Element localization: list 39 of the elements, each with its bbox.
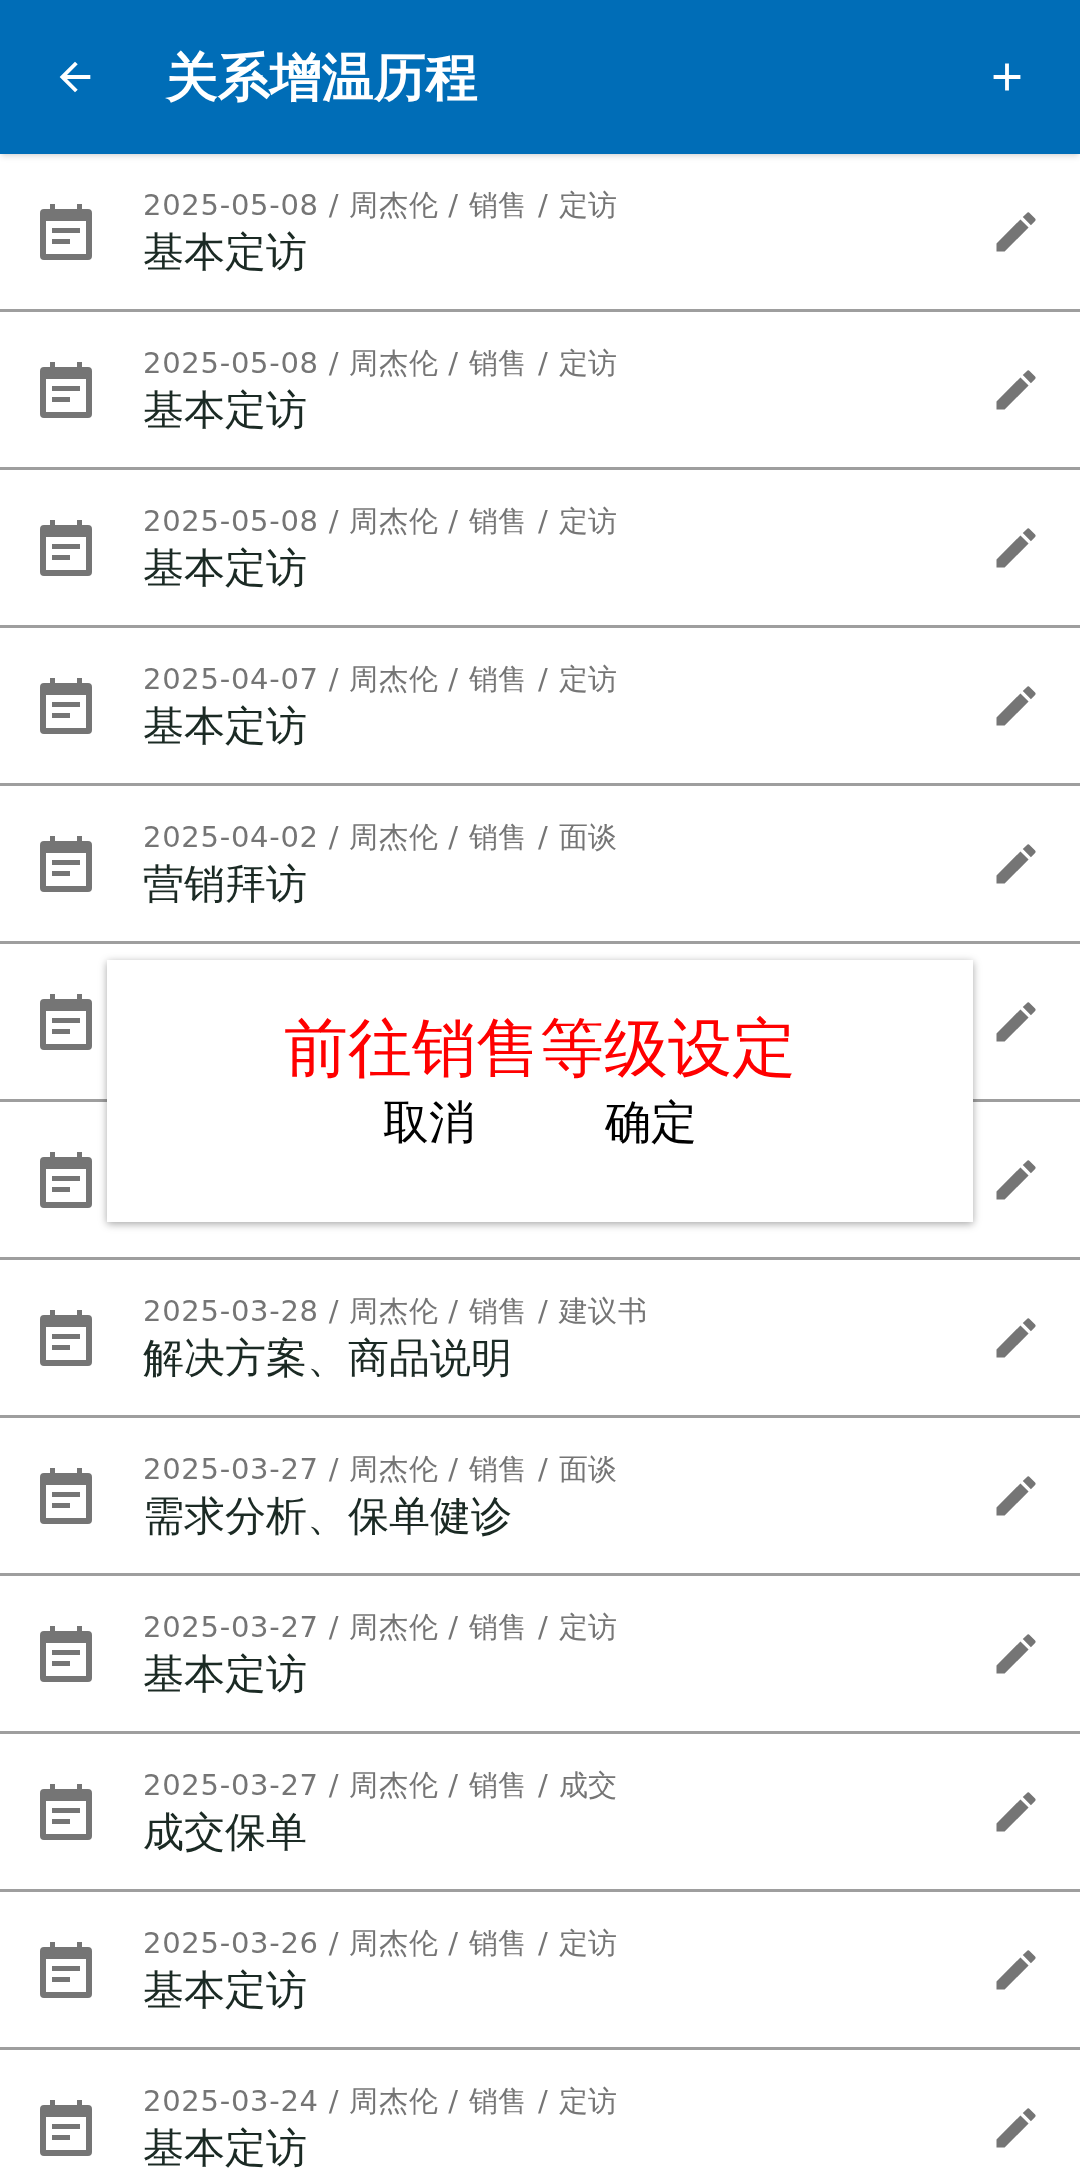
calendar-icon xyxy=(40,1467,92,1524)
dialog-message: 前往销售等级设定 xyxy=(284,1010,796,1086)
entry-meta: 2025-05-08 / 周杰伦 / 销售 / 定访 xyxy=(143,344,619,382)
entry-meta: 2025-03-28 / 周杰伦 / 销售 / 建议书 xyxy=(143,1292,649,1330)
entry-title: 基本定访 xyxy=(143,384,308,436)
entry-meta: 2025-05-08 / 周杰伦 / 销售 / 定访 xyxy=(143,502,619,540)
entry-meta: 2025-03-26 / 周杰伦 / 销售 / 定访 xyxy=(143,1924,619,1962)
calendar-icon xyxy=(40,1309,92,1366)
calendar-icon xyxy=(40,993,92,1050)
entry-title: 营销拜访 xyxy=(143,858,308,910)
entry-meta: 2025-03-27 / 周杰伦 / 销售 / 定访 xyxy=(143,1608,619,1646)
entry-title: 解决方案、商品说明 xyxy=(143,1332,513,1384)
calendar-icon xyxy=(40,1151,92,1208)
entry-title: 基本定访 xyxy=(143,542,308,594)
entry-meta: 2025-05-08 / 周杰伦 / 销售 / 定访 xyxy=(143,186,619,224)
entry-title: 成交保单 xyxy=(143,1806,308,1858)
dialog-button[interactable]: 确定 xyxy=(605,1092,697,1152)
calendar-icon xyxy=(40,835,92,892)
entry-meta: 2025-03-27 / 周杰伦 / 销售 / 成交 xyxy=(143,1766,619,1804)
calendar-icon xyxy=(40,519,92,576)
entry-title: 基本定访 xyxy=(143,2122,308,2174)
entry-meta: 2025-04-02 / 周杰伦 / 销售 / 面谈 xyxy=(143,818,619,856)
entry-title: 基本定访 xyxy=(143,226,308,278)
entry-meta: 2025-03-27 / 周杰伦 / 销售 / 面谈 xyxy=(143,1450,619,1488)
entry-title: 基本定访 xyxy=(143,700,308,752)
entry-title: 基本定访 xyxy=(143,1964,308,2016)
calendar-icon xyxy=(40,1783,92,1840)
calendar-icon xyxy=(40,1941,92,1998)
entry-meta: 2025-04-07 / 周杰伦 / 销售 / 定访 xyxy=(143,660,619,698)
entry-meta: 2025-03-24 / 周杰伦 / 销售 / 定访 xyxy=(143,2082,619,2120)
calendar-icon xyxy=(40,361,92,418)
calendar-icon xyxy=(40,203,92,260)
entry-title: 需求分析、保单健诊 xyxy=(143,1490,513,1542)
calendar-icon xyxy=(40,1625,92,1682)
entry-title: 基本定访 xyxy=(143,1648,308,1700)
dialog-button[interactable]: 取消 xyxy=(383,1092,475,1152)
screen-title: 关系增温历程 xyxy=(166,46,479,109)
calendar-icon xyxy=(40,2099,92,2156)
calendar-icon xyxy=(40,677,92,734)
